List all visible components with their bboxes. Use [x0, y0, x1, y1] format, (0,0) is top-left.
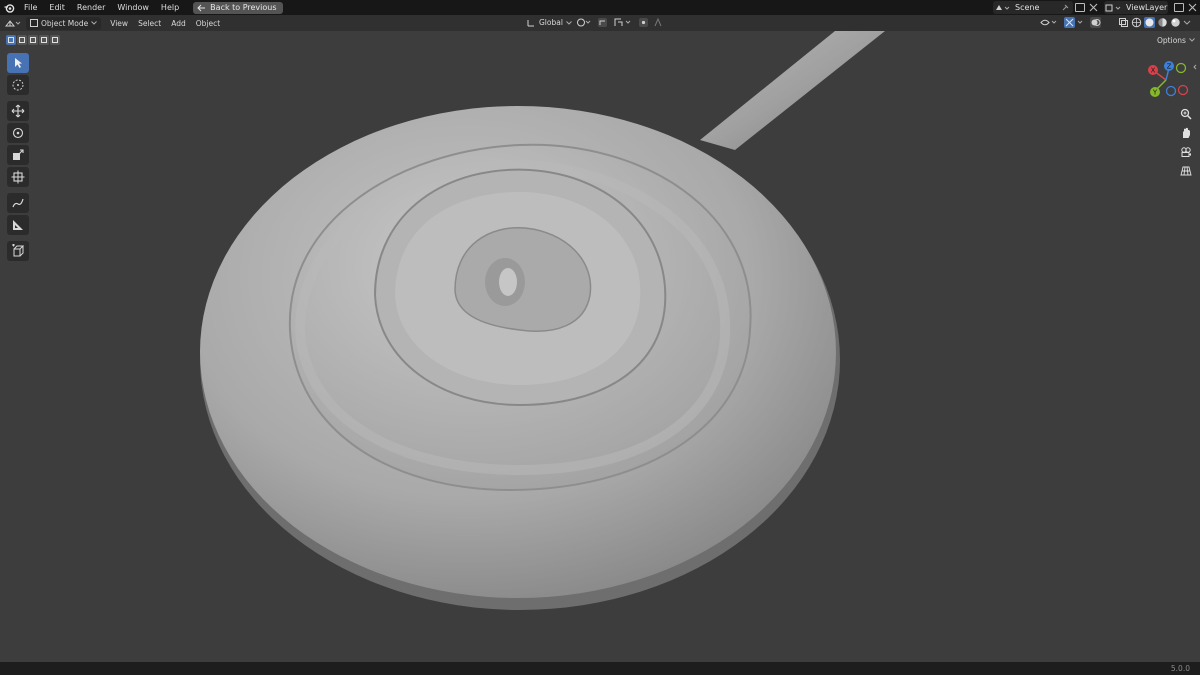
snap-toggle-icon[interactable] — [597, 17, 608, 28]
lollipop-model[interactable] — [200, 31, 885, 610]
scale-icon — [13, 149, 24, 160]
gizmo-neg-x-axis[interactable] — [1177, 84, 1189, 96]
scene-name: Scene — [1015, 3, 1040, 12]
material-preview-icon[interactable] — [1157, 17, 1168, 28]
options-label: Options — [1157, 35, 1186, 45]
mode-selector[interactable]: Object Mode — [26, 16, 102, 30]
pan-button[interactable] — [1177, 124, 1195, 142]
delete-view-layer-icon[interactable] — [1188, 3, 1197, 12]
transform-orientation-selector[interactable]: Global — [523, 16, 575, 29]
blender-logo-icon[interactable] — [0, 0, 18, 15]
3d-viewport[interactable] — [0, 31, 1200, 662]
zoom-button[interactable] — [1177, 105, 1195, 123]
back-arrow-icon — [197, 4, 206, 11]
add-cube-icon — [12, 244, 25, 257]
cursor-arrow-icon — [15, 58, 22, 68]
transform-tool[interactable] — [7, 167, 29, 187]
visibility-selectability-icon[interactable] — [1040, 17, 1058, 28]
status-bar: 5.0.0 — [0, 662, 1200, 675]
menu-select[interactable]: Select — [133, 19, 166, 28]
select-invert-mode-icon[interactable] — [39, 35, 49, 45]
menu-add[interactable]: Add — [166, 19, 191, 28]
zoom-magnifier-icon — [1180, 108, 1192, 120]
view-layer-icon — [1105, 4, 1121, 11]
proportional-falloff-icon[interactable] — [654, 17, 662, 28]
overlays-toggle-icon[interactable] — [1090, 17, 1110, 28]
back-button-label: Back to Previous — [210, 3, 277, 12]
orientation-axes-icon — [527, 19, 534, 26]
viewport-header: Object Mode View Select Add Object Globa… — [0, 15, 1200, 31]
options-dropdown[interactable]: Options — [1153, 34, 1199, 46]
view-layer-name: ViewLayer — [1126, 3, 1168, 12]
add-cube-tool[interactable] — [7, 241, 29, 261]
annotate-tool[interactable] — [7, 193, 29, 213]
select-extend-mode-icon[interactable] — [17, 35, 27, 45]
scene-icon — [996, 4, 1010, 10]
gizmo-toggle-icon[interactable] — [1064, 17, 1084, 28]
hand-pan-icon — [1183, 127, 1190, 138]
gizmo-x-label: X — [1151, 67, 1156, 75]
solid-shading-icon[interactable] — [1144, 17, 1155, 28]
shading-options-chevron-icon[interactable] — [1183, 17, 1191, 28]
new-view-layer-icon[interactable] — [1174, 3, 1184, 12]
version-label: 5.0.0 — [1170, 664, 1190, 673]
transform-orientation-label: Global — [539, 18, 563, 27]
3d-viewport-icon — [4, 20, 21, 27]
select-box-tool[interactable] — [7, 53, 29, 73]
gizmo-neg-y-axis[interactable] — [1175, 62, 1187, 74]
menu-object[interactable]: Object — [191, 19, 225, 28]
top-menu-bar: File Edit Render Window Help Back to Pre… — [0, 0, 1200, 15]
camera-view-button[interactable] — [1177, 143, 1195, 161]
move-tool[interactable] — [7, 101, 29, 121]
selection-mode-strip — [6, 35, 60, 47]
camera-icon — [1181, 147, 1191, 157]
pivot-point-icon[interactable] — [576, 17, 592, 28]
select-new-mode-icon[interactable] — [6, 35, 16, 45]
chevron-down-icon — [1189, 38, 1195, 42]
spiral-core-highlight — [499, 268, 517, 296]
grid-perspective-icon — [1180, 166, 1192, 176]
menu-window[interactable]: Window — [111, 0, 155, 15]
menu-help[interactable]: Help — [155, 0, 185, 15]
cursor-tool[interactable] — [7, 75, 29, 95]
menu-render[interactable]: Render — [71, 0, 111, 15]
wireframe-shading-icon[interactable] — [1131, 17, 1142, 28]
rotate-icon — [12, 127, 24, 139]
chevron-down-icon — [91, 21, 98, 25]
gizmo-z-label: Z — [1167, 63, 1172, 71]
gizmo-y-label: Y — [1152, 89, 1158, 97]
menu-edit[interactable]: Edit — [43, 0, 71, 15]
select-intersect-mode-icon[interactable] — [50, 35, 60, 45]
rendered-shading-icon[interactable] — [1170, 17, 1181, 28]
rotate-tool[interactable] — [7, 123, 29, 143]
editor-type-button[interactable] — [0, 18, 26, 28]
perspective-toggle-button[interactable] — [1177, 162, 1195, 180]
navigation-gizmo[interactable]: X Z Y — [1142, 58, 1198, 102]
transform-icon — [11, 170, 25, 184]
gizmo-neg-z-axis[interactable] — [1165, 85, 1177, 97]
object-mode-icon — [30, 19, 38, 27]
annotate-pencil-icon — [12, 198, 24, 208]
scale-tool[interactable] — [7, 145, 29, 165]
new-scene-icon[interactable] — [1075, 3, 1085, 12]
chevron-down-icon — [566, 20, 572, 25]
proportional-edit-icon[interactable] — [638, 17, 649, 28]
select-subtract-mode-icon[interactable] — [28, 35, 38, 45]
scene-selector[interactable]: Scene — [993, 1, 1073, 14]
left-toolbar — [5, 52, 31, 262]
3d-cursor-icon — [12, 79, 24, 91]
menu-view[interactable]: View — [105, 19, 133, 28]
move-arrows-icon — [11, 104, 25, 118]
lollipop-stick — [700, 31, 885, 150]
pin-icon[interactable] — [1061, 4, 1069, 12]
measure-tool[interactable] — [7, 215, 29, 235]
xray-toggle-icon[interactable] — [1118, 17, 1129, 28]
delete-scene-icon[interactable] — [1089, 3, 1098, 12]
back-to-previous-button[interactable]: Back to Previous — [193, 1, 283, 14]
snap-target-icon[interactable] — [613, 17, 633, 28]
measure-ruler-icon — [13, 220, 23, 230]
mode-label: Object Mode — [41, 18, 89, 28]
menu-file[interactable]: File — [18, 0, 43, 15]
view-layer-selector[interactable]: ViewLayer — [1104, 1, 1168, 14]
